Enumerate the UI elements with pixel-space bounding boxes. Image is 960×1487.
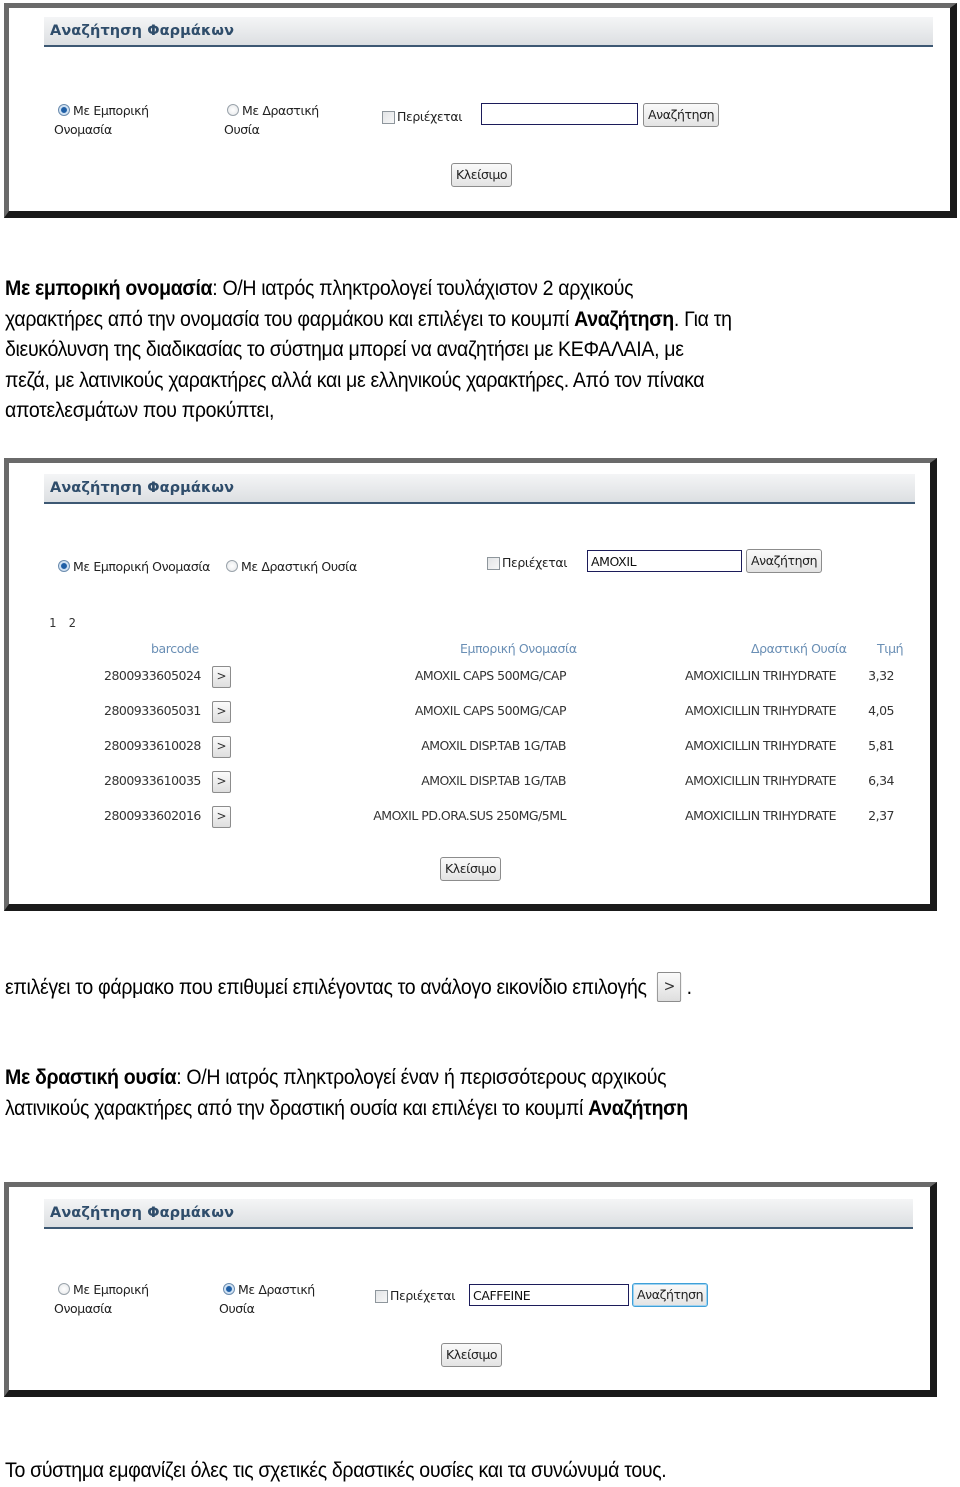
radio-selected-icon — [223, 1283, 235, 1295]
price-cell: 4,05 — [868, 703, 894, 718]
screenshot-substance-search: Αναζήτηση Φαρμάκων Με Εμπορική Ονομασία … — [4, 1182, 937, 1397]
barcode-cell: 2800933610035 — [104, 773, 201, 788]
table-row: 2800933605024 > AMOXIL CAPS 500MG/CAP AMOXI… — [9, 666, 930, 688]
barcode-cell: 2800933610028 — [104, 738, 201, 753]
radio-unselected-icon — [58, 1283, 70, 1295]
window-titlebar: Αναζήτηση Φαρμάκων — [44, 17, 933, 47]
radio-trade-name-label-line2: Ονομασία — [54, 1301, 112, 1316]
table-row: 2800933602016 > AMOXIL PD.ORA.SUS 250MG/5M… — [9, 806, 930, 828]
contains-checkbox[interactable]: Περιέχεται — [382, 108, 462, 126]
checkbox-icon — [375, 1289, 388, 1303]
select-drug-button[interactable]: > — [212, 736, 231, 758]
search-button[interactable]: Αναζήτηση — [643, 103, 720, 127]
paragraph-substance-search: Με δραστική ουσία: Ο/Η ιατρός πληκτρολογ… — [5, 1066, 688, 1120]
active-substance-cell: AMOXICILLIN TRIHYDRATE — [685, 738, 836, 753]
paragraph-select-drug: επιλέγει το φάρμακο που επιθυμεί επιλέγο… — [5, 972, 692, 1004]
window-titlebar: Αναζήτηση Φαρμάκων — [44, 1199, 913, 1229]
trade-name-cell: AMOXIL DISP.TAB 1G/TAB — [421, 773, 566, 788]
trade-name-cell: AMOXIL DISP.TAB 1G/TAB — [421, 738, 566, 753]
trade-name-cell: AMOXIL PD.ORA.SUS 250MG/5ML — [373, 808, 566, 823]
close-button[interactable]: Κλείσιμο — [440, 857, 502, 881]
radio-trade-name-label-line2: Ονομασία — [54, 122, 112, 137]
table-row: 2800933605031 > AMOXIL CAPS 500MG/CAP AMOXI… — [9, 701, 930, 723]
active-substance-cell: AMOXICILLIN TRIHYDRATE — [685, 808, 836, 823]
radio-active-substance-label-line2: Ουσία — [219, 1301, 255, 1316]
radio-selected-icon — [58, 104, 70, 116]
radio-unselected-icon — [227, 104, 239, 116]
results-table: 2800933605024 > AMOXIL CAPS 500MG/CAP AMOXI… — [9, 463, 930, 904]
radio-active-substance-label-line2: Ουσία — [224, 122, 260, 137]
radio-active-substance[interactable]: Με Δραστική — [223, 1281, 343, 1299]
radio-trade-name[interactable]: Με Εμπορική — [58, 102, 178, 120]
paragraph-trade-name-search: Με εμπορική ονομασία: Ο/Η ιατρός πληκτρο… — [5, 277, 732, 422]
close-button[interactable]: Κλείσιμο — [441, 1343, 503, 1367]
contains-checkbox[interactable]: Περιέχεται — [375, 1287, 455, 1305]
active-substance-cell: AMOXICILLIN TRIHYDRATE — [685, 668, 836, 683]
select-drug-button[interactable]: > — [212, 701, 231, 723]
close-button[interactable]: Κλείσιμο — [451, 163, 513, 187]
select-drug-button[interactable]: > — [212, 806, 231, 828]
search-button[interactable]: Αναζήτηση — [632, 1283, 709, 1307]
active-substance-cell: AMOXICILLIN TRIHYDRATE — [685, 703, 836, 718]
screenshot-search-form-initial: Αναζήτηση Φαρμάκων Με Εμπορική Ονομασία … — [4, 3, 957, 218]
screenshot-search-results: Αναζήτηση Φαρμάκων Με Εμπορική Ονομασία … — [4, 458, 937, 911]
price-cell: 3,32 — [868, 668, 894, 683]
radio-trade-name[interactable]: Με Εμπορική — [58, 1281, 178, 1299]
barcode-cell: 2800933602016 — [104, 808, 201, 823]
checkbox-icon — [382, 110, 395, 124]
price-cell: 6,34 — [868, 773, 894, 788]
trade-name-cell: AMOXIL CAPS 500MG/CAP — [414, 668, 567, 683]
paragraph-substance-results: Το σύστημα εμφανίζει όλες τις σχετικές δ… — [5, 1459, 667, 1482]
select-drug-button[interactable]: > — [212, 771, 231, 793]
window-title: Αναζήτηση Φαρμάκων — [50, 1205, 235, 1221]
table-row: 2800933610035 > AMOXIL DISP.TAB 1G/TAB AMOX… — [9, 771, 930, 793]
price-cell: 2,37 — [868, 808, 894, 823]
search-input[interactable] — [481, 103, 638, 125]
search-input[interactable] — [469, 1284, 629, 1306]
trade-name-cell: AMOXIL CAPS 500MG/CAP — [414, 703, 567, 718]
barcode-cell: 2800933605024 — [104, 668, 201, 683]
select-arrow-icon: > — [657, 972, 682, 1002]
active-substance-cell: AMOXICILLIN TRIHYDRATE — [685, 773, 836, 788]
barcode-cell: 2800933605031 — [104, 703, 201, 718]
select-drug-button[interactable]: > — [212, 666, 231, 688]
window-title: Αναζήτηση Φαρμάκων — [50, 23, 235, 39]
radio-active-substance[interactable]: Με Δραστική — [227, 102, 347, 120]
price-cell: 5,81 — [868, 738, 894, 753]
table-row: 2800933610028 > AMOXIL DISP.TAB 1G/TAB AMOX… — [9, 736, 930, 758]
